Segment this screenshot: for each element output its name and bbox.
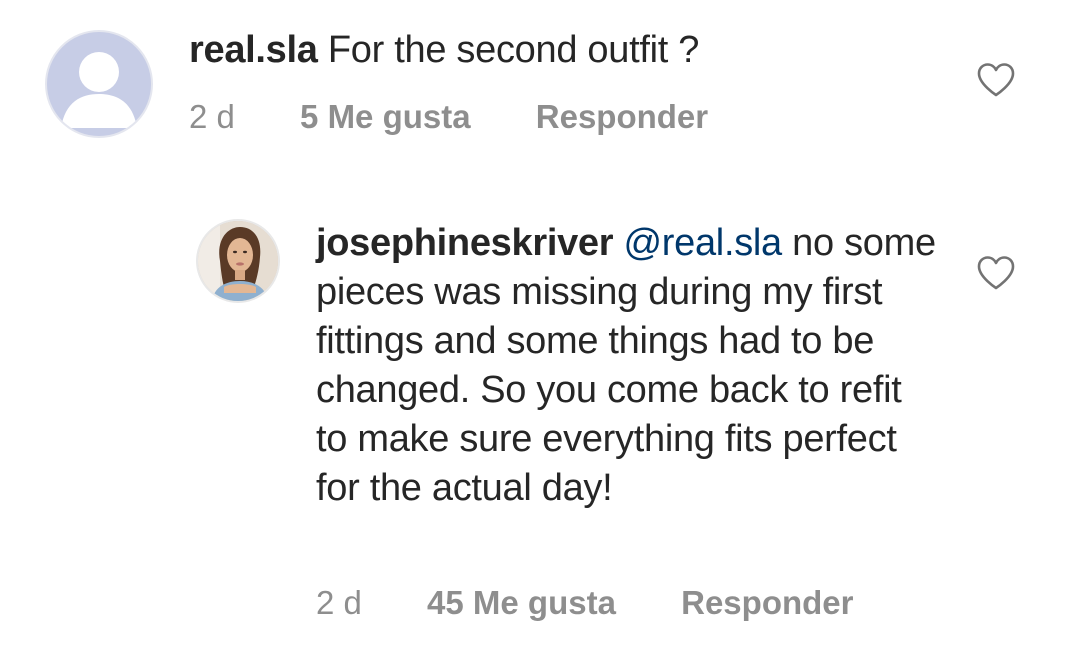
heart-outline-icon[interactable] (976, 62, 1016, 98)
comment-username[interactable]: real.sla (189, 29, 318, 71)
avatar[interactable] (196, 219, 280, 303)
comment-time: 2 d (316, 584, 362, 621)
comment-text: real.sla For the second outfit ? (189, 26, 949, 75)
avatar[interactable] (45, 30, 153, 138)
comment-likes[interactable]: 5 Me gusta (300, 98, 471, 136)
comment-meta: 2 d 45 Me gusta Responder (316, 584, 854, 622)
comment-text: josephineskriver @real.sla no some piece… (316, 219, 936, 513)
default-avatar-icon (61, 52, 137, 128)
comment-meta: 2 d 5 Me gusta Responder (189, 98, 708, 136)
profile-photo (198, 221, 278, 301)
comment-likes[interactable]: 45 Me gusta (427, 584, 616, 622)
reply-button[interactable]: Responder (681, 584, 853, 622)
heart-outline-icon[interactable] (976, 255, 1016, 291)
comment-body: no some pieces was missing during my fir… (316, 222, 936, 509)
comment-body: For the second outfit ? (327, 29, 700, 71)
comment-time: 2 d (189, 98, 235, 135)
comment-username[interactable]: josephineskriver (316, 222, 614, 264)
reply-button[interactable]: Responder (536, 98, 708, 136)
comment-mention[interactable]: @real.sla (624, 222, 783, 264)
